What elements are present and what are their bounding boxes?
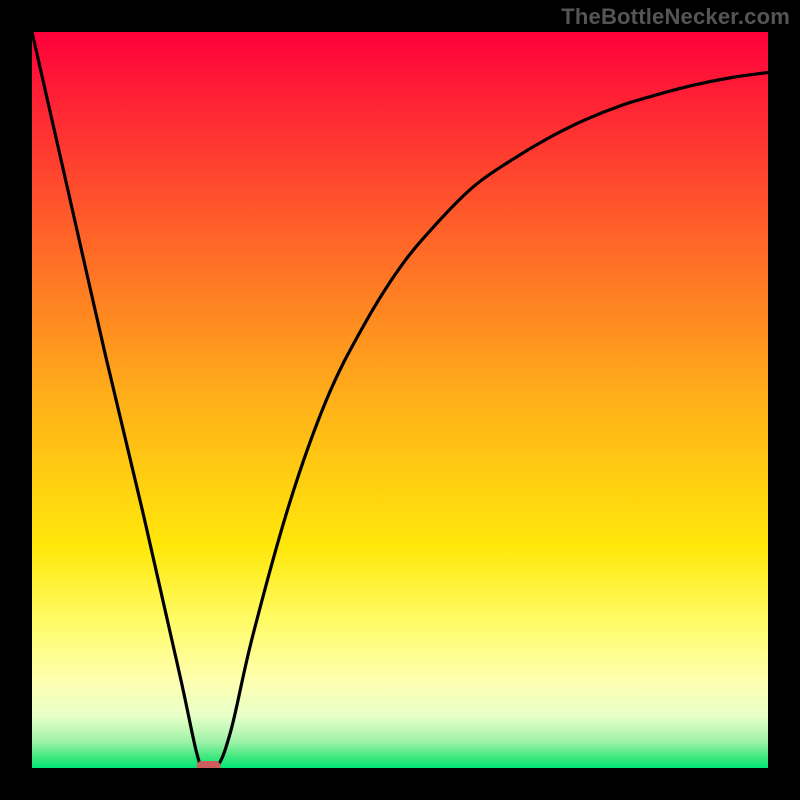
- plot-area: [32, 32, 768, 768]
- optimum-marker: [197, 761, 221, 768]
- gradient-background: [32, 32, 768, 768]
- watermark-text: TheBottleNecker.com: [561, 4, 790, 30]
- chart-canvas: [32, 32, 768, 768]
- chart-frame: TheBottleNecker.com: [0, 0, 800, 800]
- markers-layer: [197, 761, 221, 768]
